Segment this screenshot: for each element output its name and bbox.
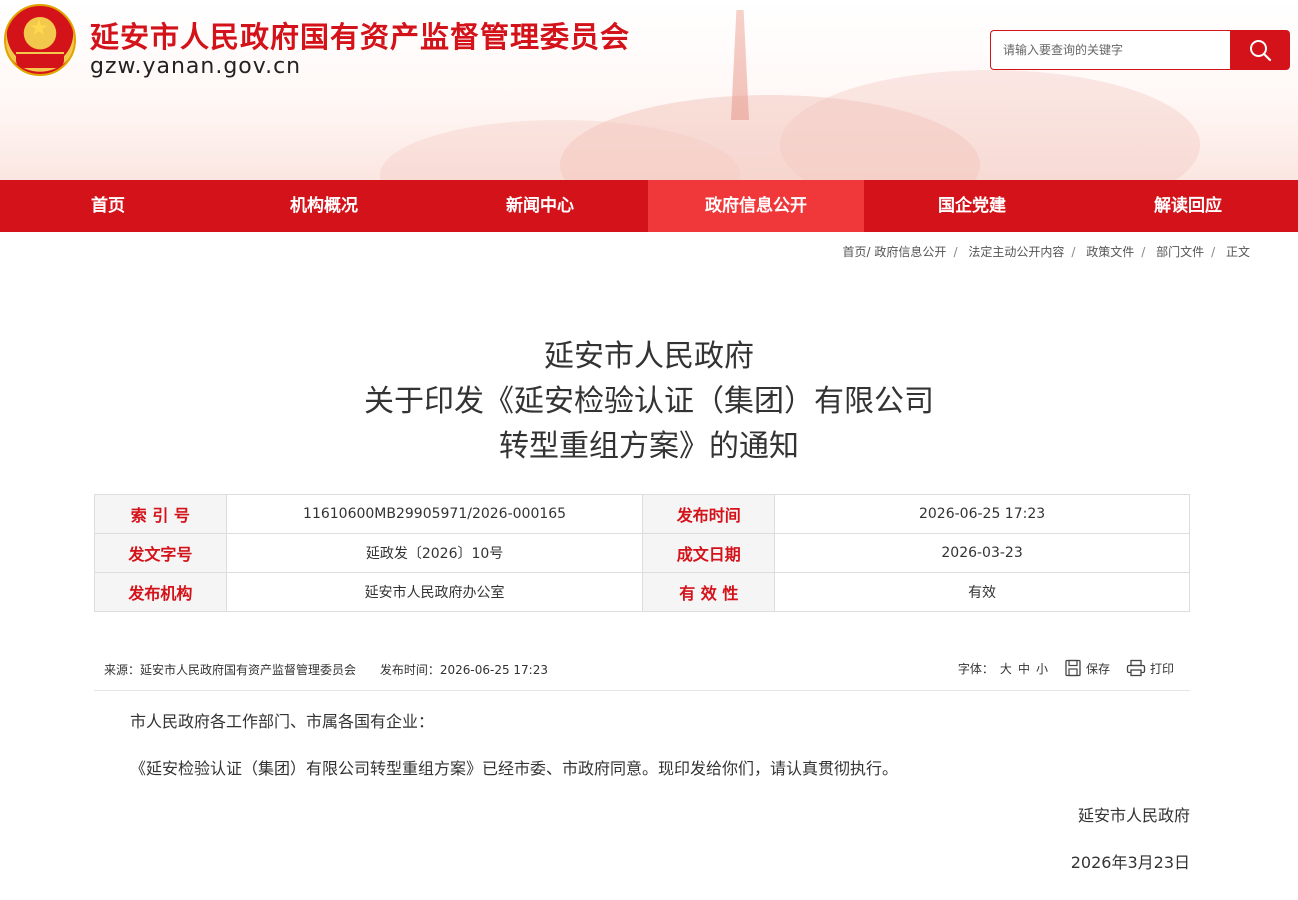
meta-value-doc-no: 延政发〔2026〕10号 (225, 533, 644, 573)
breadcrumb-separator: / (1071, 245, 1076, 259)
breadcrumb-current: 正文 (1225, 245, 1250, 259)
breadcrumb-policy[interactable]: 政策文件 (1086, 245, 1134, 259)
breadcrumb-statutory[interactable]: 法定主动公开内容 (968, 245, 1064, 259)
print-button[interactable]: 打印 (1126, 659, 1174, 677)
nav-item-gov-info[interactable]: 政府信息公开 (648, 180, 864, 232)
font-size-label: 字体： (957, 661, 994, 676)
article-paragraph: 《延安检验认证（集团）有限公司转型重组方案》已经市委、市政府同意。现印发给你们，… (130, 759, 899, 778)
breadcrumb-separator: / (1141, 245, 1146, 259)
meta-label-validity: 有 效 性 (642, 572, 776, 612)
meta-label-created: 成文日期 (642, 533, 776, 573)
document-title-line: 转型重组方案》的通知 (499, 429, 799, 464)
article-date: 2026年3月23日 (1070, 853, 1190, 872)
nav-item-party-building[interactable]: 国企党建 (864, 180, 1080, 232)
article-signature: 延安市人民政府 (1077, 806, 1190, 825)
document-title: 延安市人民政府 关于印发《延安检验认证（集团）有限公司 转型重组方案》的通知 (0, 334, 1298, 469)
meta-value-created: 2026-03-23 (774, 533, 1190, 573)
nav-item-interpretation[interactable]: 解读回应 (1080, 180, 1296, 232)
article-info-bar: 来源：延安市人民政府国有资产监督管理委员会 发布时间：2026-06-25 17… (94, 650, 1190, 691)
header-hill (780, 70, 1200, 180)
table-row: 发文字号 延政发〔2026〕10号 成文日期 2026-03-23 (94, 533, 1190, 573)
main-nav: 首页 机构概况 新闻中心 政府信息公开 国企党建 解读回应 (0, 180, 1298, 232)
print-icon (1126, 659, 1146, 677)
save-icon (1065, 659, 1081, 677)
meta-value-index: 11610600MB29905971/2026-000165 (225, 494, 644, 534)
document-title-line: 延安市人民政府 (544, 339, 754, 374)
search-input[interactable] (990, 30, 1230, 70)
document-meta-table: 索 引 号 11610600MB29905971/2026-000165 发布时… (94, 494, 1190, 612)
meta-label-org: 发布机构 (94, 572, 227, 612)
search-icon (1250, 40, 1272, 62)
meta-value-publish-time: 2026-06-25 17:23 (774, 494, 1190, 534)
table-row: 发布机构 延安市人民政府办公室 有 效 性 有效 (94, 572, 1190, 612)
table-row: 索 引 号 11610600MB29905971/2026-000165 发布时… (94, 494, 1190, 534)
article-body: 市人民政府各工作部门、市属各国有企业： 《延安检验认证（集团）有限公司转型重组方… (130, 712, 1190, 900)
nav-item-organization[interactable]: 机构概况 (216, 180, 432, 232)
save-label: 保存 (1085, 661, 1110, 676)
meta-value-org: 延安市人民政府办公室 (225, 572, 644, 612)
article-salutation: 市人民政府各工作部门、市属各国有企业： (130, 712, 435, 731)
search-button[interactable] (1230, 30, 1290, 70)
national-emblem-logo[interactable]: ★ (4, 4, 76, 76)
breadcrumb-separator: / (953, 245, 958, 259)
nav-item-news[interactable]: 新闻中心 (432, 180, 648, 232)
meta-value-validity: 有效 (774, 572, 1190, 612)
breadcrumb: 首页/ 政府信息公开 / 法定主动公开内容 / 政策文件 / 部门文件 / 正文 (843, 243, 1250, 260)
print-label: 打印 (1149, 661, 1174, 676)
breadcrumb-home[interactable]: 首页/ (843, 245, 871, 259)
article-publish-time: 发布时间：2026-06-25 17:23 (379, 663, 548, 677)
meta-label-doc-no: 发文字号 (94, 533, 227, 573)
search-box (990, 30, 1290, 70)
site-domain: gzw.yanan.gov.cn (90, 54, 302, 79)
document-title-line: 关于印发《延安检验认证（集团）有限公司 (364, 384, 934, 419)
font-size-small[interactable]: 小 (1036, 660, 1048, 677)
font-size-large[interactable]: 大 (1000, 660, 1012, 677)
breadcrumb-department[interactable]: 部门文件 (1156, 245, 1204, 259)
meta-label-publish-time: 发布时间 (642, 494, 776, 534)
font-size-medium[interactable]: 中 (1018, 660, 1030, 677)
site-title[interactable]: 延安市人民政府国有资产监督管理委员会 (90, 14, 630, 56)
breadcrumb-separator: / (1211, 245, 1216, 259)
breadcrumb-gov-info[interactable]: 政府信息公开 (874, 245, 946, 259)
save-button[interactable]: 保存 (1064, 659, 1110, 677)
article-source: 来源：延安市人民政府国有资产监督管理委员会 (104, 663, 357, 677)
nav-item-home[interactable]: 首页 (0, 180, 216, 232)
site-header: ★ 延安市人民政府国有资产监督管理委员会 gzw.yanan.gov.cn (0, 0, 1298, 180)
meta-label-index: 索 引 号 (94, 494, 227, 534)
